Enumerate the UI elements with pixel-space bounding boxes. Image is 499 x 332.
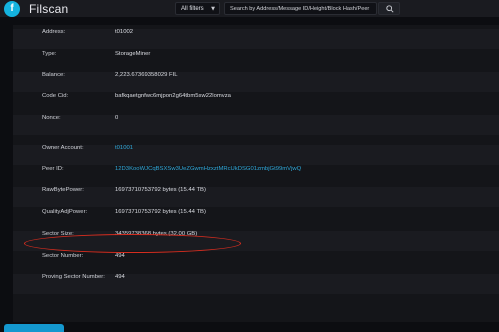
detail-value: t01002 <box>115 29 134 35</box>
detail-row-nonce: Nonce: 0 <box>13 115 499 135</box>
detail-row-address: Address: t01002 <box>13 29 499 49</box>
owner-account-link[interactable]: t01001 <box>115 145 133 165</box>
detail-value: bafkqaetgnfwc6mjpon2g64tbm5sw22lomvza <box>115 93 231 99</box>
detail-value: 2,223.6736935802​9 FIL <box>115 72 178 78</box>
detail-value: 0 <box>115 115 119 121</box>
brand-name[interactable]: Filscan <box>29 2 68 16</box>
bottom-tab-button[interactable] <box>4 324 64 332</box>
detail-label: Balance: <box>42 72 65 78</box>
search-button[interactable] <box>378 2 400 15</box>
detail-row-balance: Balance: 2,223.6736935802​9 FIL <box>13 72 499 92</box>
detail-row-raw-byte-power: RawBytePower: 16973710753792 bytes (15.4… <box>13 187 499 207</box>
highlight-ellipse <box>24 234 241 253</box>
search-input[interactable] <box>224 2 377 15</box>
detail-value: 494 <box>115 253 125 259</box>
detail-value: 16973710753792 bytes (15.44 TB) <box>115 209 206 215</box>
detail-row-owner-account: Owner Account: t01001 <box>13 145 499 165</box>
detail-row-sector-number: Sector Number: 494 <box>13 253 499 273</box>
detail-value: StorageMiner <box>115 51 151 57</box>
account-details-card: Address: t01002 Type: StorageMiner Balan… <box>13 25 499 322</box>
filter-label: All filters <box>181 6 204 12</box>
top-header: f Filscan All filters ▼ <box>0 0 499 17</box>
logo-glyph: f <box>10 3 14 14</box>
detail-row-proving-sector-number: Proving Sector Number: 494 <box>13 274 499 294</box>
bottom-bar <box>0 322 499 332</box>
detail-value: 494 <box>115 274 125 280</box>
detail-label: Sector Number: <box>42 253 84 259</box>
detail-label: Owner Account: <box>42 145 84 151</box>
detail-row-peer-id: Peer ID: 12D3KooWJCqBSXSw3UeZGwmHzxztMRc… <box>13 166 499 186</box>
detail-label: Nonce: <box>42 115 61 121</box>
detail-label: Type: <box>42 51 57 57</box>
detail-label: RawBytePower: <box>42 187 84 193</box>
detail-label: Address: <box>42 29 66 35</box>
peer-id-link[interactable]: 12D3KooWJCqBSXSw3UeZGwmHzxztMRcUkDSG01zm… <box>115 166 301 186</box>
detail-label: Peer ID: <box>42 166 64 172</box>
detail-value: 16973710753792 bytes (15.44 TB) <box>115 187 206 193</box>
filter-dropdown[interactable]: All filters ▼ <box>175 2 220 15</box>
detail-label: Proving Sector Number: <box>42 274 105 280</box>
detail-row-type: Type: StorageMiner <box>13 51 499 71</box>
detail-label: Code Cid: <box>42 93 69 99</box>
detail-row-quality-adj-power: QualityAdjPower: 16973710753792 bytes (1… <box>13 209 499 229</box>
filscan-logo-icon[interactable]: f <box>4 1 20 17</box>
detail-row-code-cid: Code Cid: bafkqaetgnfwc6mjpon2g64tbm5sw2… <box>13 93 499 113</box>
search-icon <box>386 5 394 13</box>
detail-label: QualityAdjPower: <box>42 209 88 215</box>
chevron-down-icon: ▼ <box>211 6 215 12</box>
